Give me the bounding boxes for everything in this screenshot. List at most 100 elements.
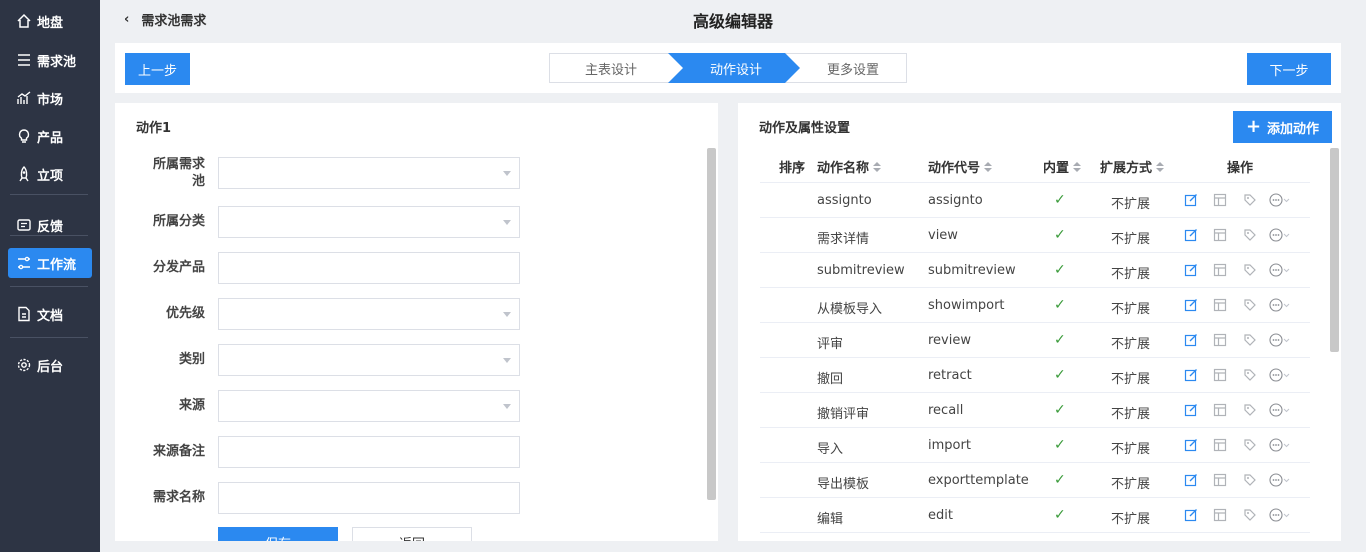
layout-icon[interactable] [1212, 472, 1228, 488]
edit-icon[interactable] [1183, 367, 1199, 383]
more-icon[interactable] [1268, 262, 1292, 278]
select-field[interactable] [218, 344, 520, 376]
tag-icon[interactable] [1242, 262, 1258, 278]
tag-icon[interactable] [1242, 227, 1258, 243]
sidebar-item-1[interactable]: 需求池 [8, 45, 92, 75]
extend-mode-cell: 不扩展 [1111, 232, 1151, 247]
check-icon: ✓ [1054, 507, 1066, 523]
step-action-design[interactable]: 动作设计 [681, 53, 791, 83]
layout-icon[interactable] [1212, 332, 1228, 348]
more-icon[interactable] [1268, 402, 1292, 418]
edit-icon[interactable] [1183, 402, 1199, 418]
col-action-code[interactable]: 动作代号 [928, 157, 993, 176]
form-label: 来源 [178, 398, 205, 413]
col-action-name[interactable]: 动作名称 [817, 157, 882, 176]
form-row: 分发产品 [115, 252, 615, 284]
tag-icon[interactable] [1242, 507, 1258, 523]
edit-icon[interactable] [1183, 192, 1199, 208]
select-field[interactable] [218, 298, 520, 330]
next-step-button[interactable]: 下一步 [1247, 53, 1331, 85]
extend-mode-cell: 不扩展 [1111, 477, 1151, 492]
sidebar-item-4[interactable]: 立项 [8, 159, 92, 189]
edit-icon[interactable] [1183, 472, 1199, 488]
sidebar-item-6[interactable]: 工作流 [8, 248, 92, 278]
layout-icon[interactable] [1212, 192, 1228, 208]
layout-icon[interactable] [1212, 297, 1228, 313]
feedback-icon [15, 216, 33, 234]
save-button[interactable]: 保存 [218, 527, 338, 541]
table-row[interactable]: 撤回 retract ✓ 不扩展 [760, 358, 1310, 393]
return-button[interactable]: 返回 [352, 527, 472, 541]
tag-icon[interactable] [1242, 367, 1258, 383]
sidebar-item-2[interactable]: 市场 [8, 83, 92, 113]
sidebar-item-7[interactable]: 文档 [8, 299, 92, 329]
edit-icon[interactable] [1183, 507, 1199, 523]
step-more-settings[interactable]: 更多设置 [799, 53, 907, 83]
more-icon[interactable] [1268, 507, 1292, 523]
table-row[interactable]: 导入 import ✓ 不扩展 [760, 428, 1310, 463]
layout-icon[interactable] [1212, 507, 1228, 523]
action-code-cell: retract [928, 368, 972, 383]
table-row[interactable]: assignto assignto ✓ 不扩展 [760, 183, 1310, 218]
select-field[interactable] [218, 206, 520, 238]
table-row[interactable]: 从模板导入 showimport ✓ 不扩展 [760, 288, 1310, 323]
table-scrollbar[interactable] [1330, 148, 1339, 352]
edit-icon[interactable] [1183, 227, 1199, 243]
extend-mode-cell: 不扩展 [1111, 407, 1151, 422]
col-builtin[interactable]: 内置 [1043, 157, 1082, 176]
table-row[interactable]: 导出模板 exporttemplate ✓ 不扩展 [760, 463, 1310, 498]
action-name-cell: 需求详情 [817, 232, 870, 247]
sort-icon[interactable] [873, 161, 882, 172]
tag-icon[interactable] [1242, 402, 1258, 418]
more-icon[interactable] [1268, 192, 1292, 208]
step-main-design[interactable]: 主表设计 [549, 53, 673, 83]
edit-icon[interactable] [1183, 332, 1199, 348]
table-row[interactable]: submitreview submitreview ✓ 不扩展 [760, 253, 1310, 288]
more-icon[interactable] [1268, 437, 1292, 453]
edit-icon[interactable] [1183, 262, 1199, 278]
action-form-panel: 动作1 所属需求池所属分类分发产品优先级类别来源来源备注需求名称 保存 返回 [115, 103, 718, 541]
tag-icon[interactable] [1242, 472, 1258, 488]
table-row[interactable]: 编辑 edit ✓ 不扩展 [760, 498, 1310, 533]
more-icon[interactable] [1268, 332, 1292, 348]
layout-icon[interactable] [1212, 402, 1228, 418]
layout-icon[interactable] [1212, 227, 1228, 243]
document-icon [15, 305, 33, 323]
text-field[interactable] [218, 482, 520, 514]
select-field[interactable] [218, 390, 520, 422]
layout-icon[interactable] [1212, 262, 1228, 278]
more-icon[interactable] [1268, 472, 1292, 488]
tag-icon[interactable] [1242, 332, 1258, 348]
text-field[interactable] [218, 436, 520, 468]
tag-icon[interactable] [1242, 192, 1258, 208]
sort-icon[interactable] [1073, 161, 1082, 172]
select-field[interactable] [218, 157, 520, 189]
table-row[interactable]: 需求详情 view ✓ 不扩展 [760, 218, 1310, 253]
edit-icon[interactable] [1183, 437, 1199, 453]
tag-icon[interactable] [1242, 437, 1258, 453]
col-extend-mode[interactable]: 扩展方式 [1100, 157, 1165, 176]
form-scrollbar[interactable] [707, 148, 716, 500]
layout-icon[interactable] [1212, 367, 1228, 383]
add-action-button[interactable]: + 添加动作 [1233, 111, 1332, 143]
sort-icon[interactable] [984, 161, 993, 172]
more-icon[interactable] [1268, 367, 1292, 383]
more-icon[interactable] [1268, 227, 1292, 243]
more-icon[interactable] [1268, 297, 1292, 313]
sidebar-item-3[interactable]: 产品 [8, 121, 92, 151]
edit-icon[interactable] [1183, 297, 1199, 313]
prev-step-button[interactable]: 上一步 [125, 53, 190, 85]
table-row[interactable]: 评审 review ✓ 不扩展 [760, 323, 1310, 358]
tag-icon[interactable] [1242, 297, 1258, 313]
text-field[interactable] [218, 252, 520, 284]
check-icon: ✓ [1054, 262, 1066, 278]
form-row: 来源备注 [115, 436, 615, 468]
table-row[interactable]: 撤销评审 recall ✓ 不扩展 [760, 393, 1310, 428]
sidebar-item-8[interactable]: 后台 [8, 350, 92, 380]
action-name-cell: submitreview [817, 263, 905, 278]
sidebar-item-label: 立项 [37, 168, 64, 184]
layout-icon[interactable] [1212, 437, 1228, 453]
sort-icon[interactable] [1156, 161, 1165, 172]
col-order-label: 排序 [779, 161, 806, 176]
sidebar-item-0[interactable]: 地盘 [8, 6, 92, 36]
